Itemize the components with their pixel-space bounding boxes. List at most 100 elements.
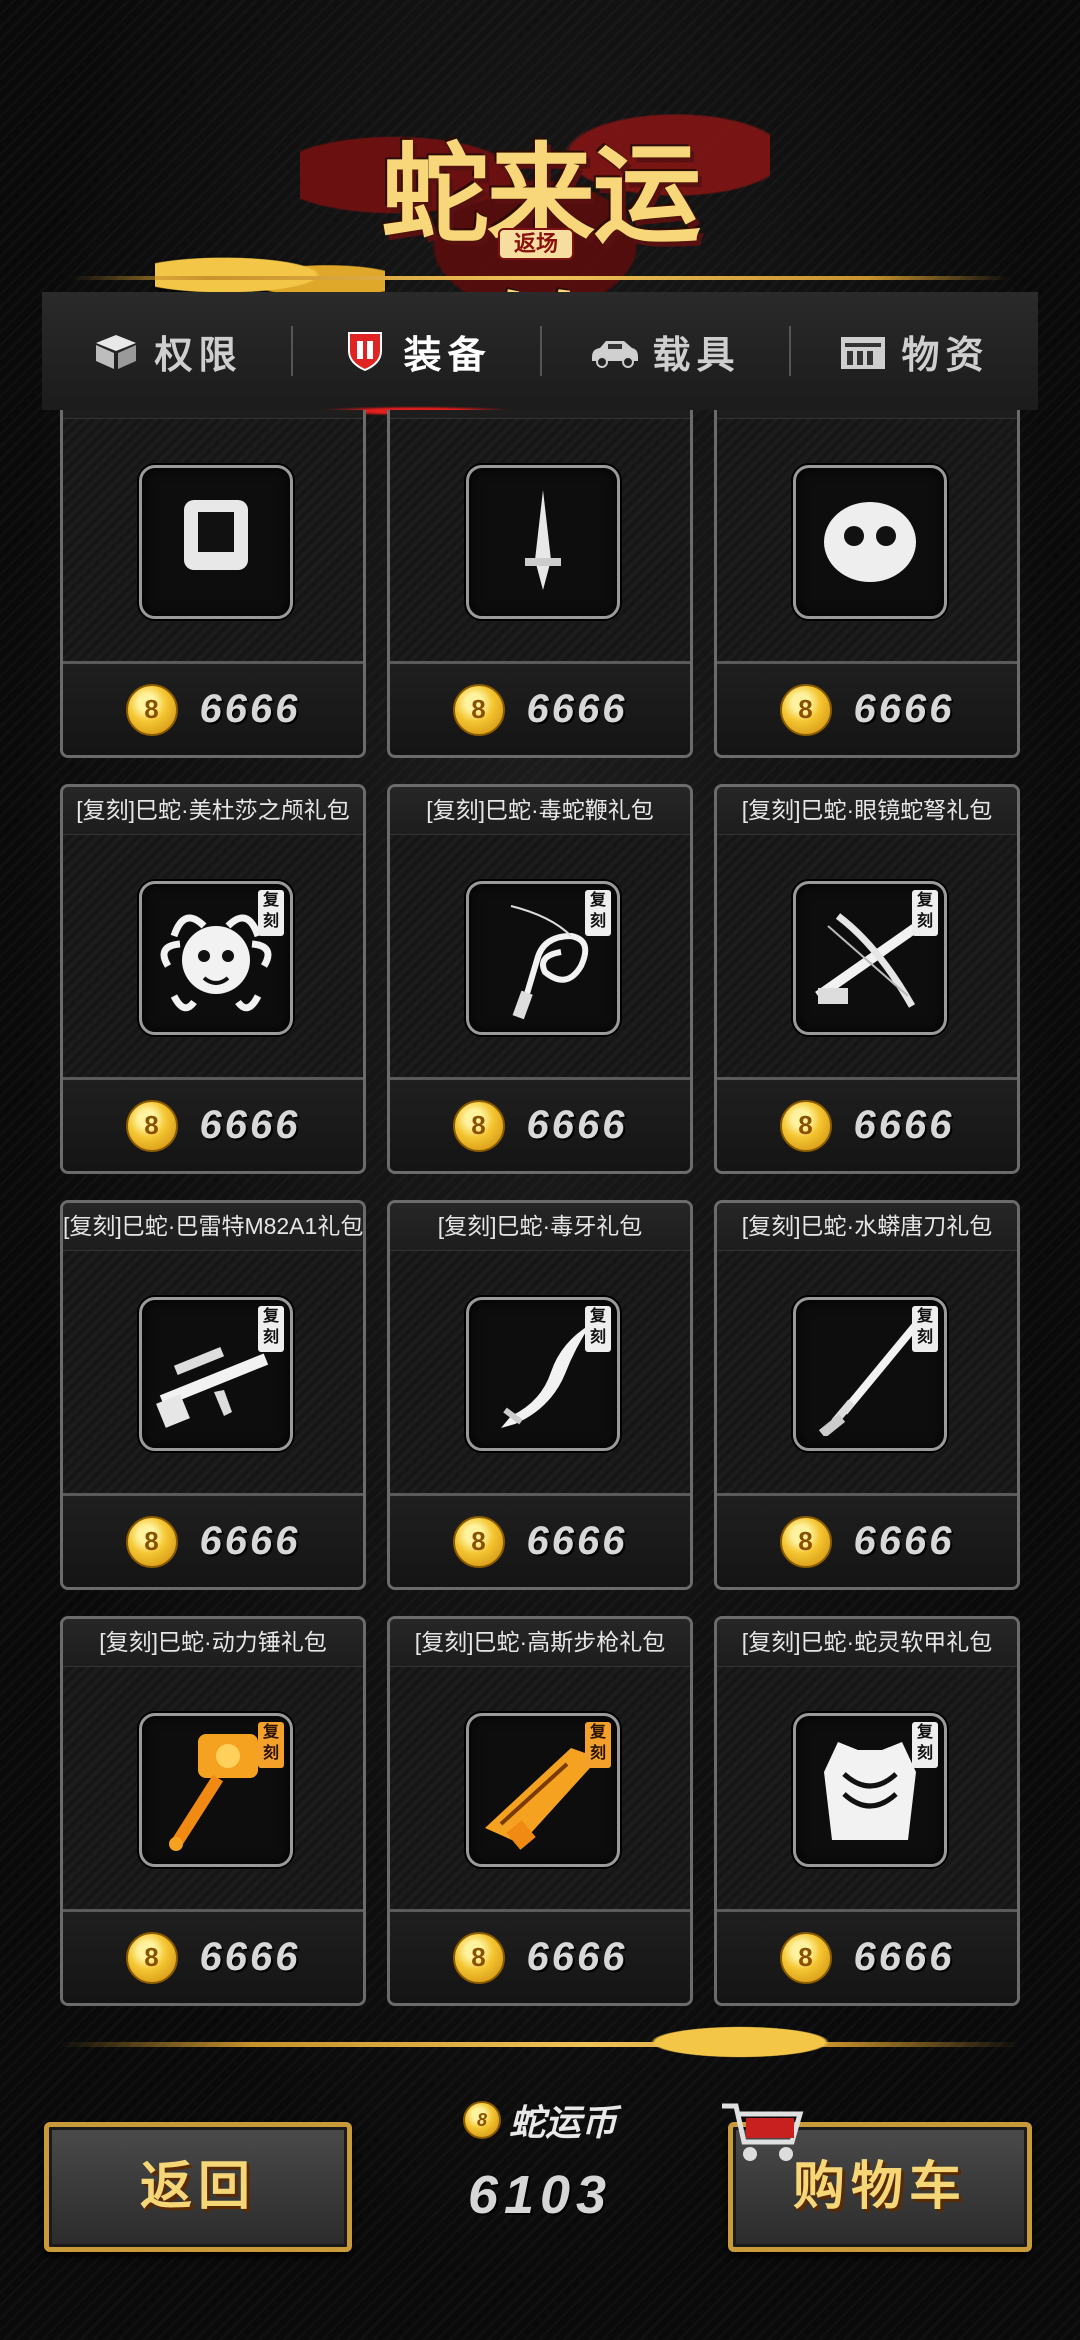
item-icon-frame[interactable] — [466, 465, 620, 619]
item-price-row: 8 6666 — [717, 1493, 1017, 1587]
event-banner: 蛇来运转 返场 — [0, 0, 1080, 408]
item-body: 复刻 — [717, 835, 1017, 1077]
item-title: [复刻]巳蛇·毒牙礼包 — [390, 1203, 690, 1251]
item-card[interactable]: [复刻]巳蛇·动力锤礼包 复刻 8 6666 — [60, 1616, 366, 2006]
snake-coin-icon: 8 — [125, 683, 178, 736]
item-card[interactable]: [复刻]巳蛇·巴雷特M82A1礼包复刻 8 6666 — [60, 1200, 366, 1590]
item-icon-frame[interactable]: 复刻 — [139, 1713, 293, 1867]
box-icon — [96, 335, 137, 369]
item-icon-frame[interactable]: 复刻 — [793, 1297, 947, 1451]
item-card[interactable]: [复刻]巳蛇·眼镜蛇弩礼包复刻 8 6666 — [714, 784, 1020, 1174]
replica-badge: 复刻 — [258, 1306, 284, 1352]
item-body: 复刻 — [717, 1667, 1017, 1909]
golden-snake-decoration — [640, 2016, 890, 2068]
item-price: 6666 — [853, 687, 955, 731]
item-price-row: 8 6666 — [63, 1077, 363, 1171]
item-price: 6666 — [526, 687, 628, 731]
cart-button-label: 购物车 — [792, 2158, 967, 2216]
tab-vehicles[interactable]: 载具 — [540, 292, 789, 410]
item-price-row: 8 6666 — [390, 1493, 690, 1587]
item-price: 6666 — [526, 1103, 628, 1147]
item-price: 6666 — [199, 1103, 301, 1147]
item-price-row: 8 6666 — [63, 1493, 363, 1587]
back-button[interactable]: 返回 — [44, 2122, 352, 2252]
category-tabs: 权限 装备 载具 物资 — [42, 292, 1038, 410]
snake-coin-icon: 8 — [779, 1931, 832, 1984]
item-card[interactable]: 8 6666 — [387, 410, 693, 758]
item-price-row: 8 6666 — [390, 1909, 690, 2003]
item-title — [63, 410, 363, 419]
car-icon — [592, 341, 639, 368]
item-price-row: 8 6666 — [390, 1077, 690, 1171]
item-price: 6666 — [853, 1935, 955, 1979]
tab-label: 装备 — [403, 334, 492, 377]
tab-equipment[interactable]: 装备 — [291, 292, 540, 410]
currency-label-row: 8 蛇运币 — [380, 2094, 700, 2146]
item-card[interactable]: [复刻]巳蛇·水蟒唐刀礼包复刻 8 6666 — [714, 1200, 1020, 1590]
item-price-row: 8 6666 — [390, 661, 690, 755]
item-card[interactable]: 8 6666 — [60, 410, 366, 758]
item-body — [390, 419, 690, 661]
snake-coin-icon: 8 — [779, 1099, 832, 1152]
item-icon-frame[interactable]: 复刻 — [793, 881, 947, 1035]
replica-badge: 复刻 — [258, 890, 284, 936]
currency-label: 蛇运币 — [508, 2102, 617, 2143]
snake-coin-icon: 8 — [462, 2101, 501, 2139]
snake-coin-icon: 8 — [125, 1515, 178, 1568]
item-title: [复刻]巳蛇·巴雷特M82A1礼包 — [63, 1203, 363, 1251]
replica-badge: 复刻 — [912, 890, 938, 936]
snake-coin-icon: 8 — [125, 1931, 178, 1984]
item-price: 6666 — [526, 1519, 628, 1563]
item-title: [复刻]巳蛇·动力锤礼包 — [63, 1619, 363, 1667]
item-card[interactable]: [复刻]巳蛇·美杜莎之颅礼包 复刻 8 6666 — [60, 784, 366, 1174]
event-badge: 返场 — [498, 228, 574, 260]
item-card[interactable]: [复刻]巳蛇·蛇灵软甲礼包复刻 8 6666 — [714, 1616, 1020, 2006]
currency-balance: 6103 — [467, 2165, 613, 2225]
replica-badge: 复刻 — [912, 1722, 938, 1768]
item-price: 6666 — [199, 687, 301, 731]
item-price-row: 8 6666 — [63, 661, 363, 755]
item-card[interactable]: [复刻]巳蛇·毒蛇鞭礼包复刻 8 6666 — [387, 784, 693, 1174]
item-card[interactable]: [复刻]巳蛇·毒牙礼包复刻 8 6666 — [387, 1200, 693, 1590]
item-title: [复刻]巳蛇·毒蛇鞭礼包 — [390, 787, 690, 835]
item-list[interactable]: 8 6666 8 6666 8 6666 [复刻]巳蛇·美杜莎之颅礼包 复刻 8 6666 [复刻]… — [42, 410, 1038, 2008]
item-title — [717, 410, 1017, 419]
item-title: [复刻]巳蛇·眼镜蛇弩礼包 — [717, 787, 1017, 835]
item-icon-frame[interactable]: 复刻 — [139, 881, 293, 1035]
item-icon-frame[interactable] — [793, 465, 947, 619]
item-price-row: 8 6666 — [717, 1077, 1017, 1171]
item-body: 复刻 — [390, 1251, 690, 1493]
snake-coin-icon: 8 — [125, 1099, 178, 1152]
item-title: [复刻]巳蛇·蛇灵软甲礼包 — [717, 1619, 1017, 1667]
snake-coin-icon: 8 — [452, 1515, 505, 1568]
item-icon-frame[interactable]: 复刻 — [139, 1297, 293, 1451]
tab-permissions[interactable]: 权限 — [42, 292, 291, 410]
item-card[interactable]: 8 6666 — [714, 410, 1020, 758]
tab-supplies[interactable]: 物资 — [789, 292, 1038, 410]
item-icon-frame[interactable]: 复刻 — [466, 1297, 620, 1451]
item-body: 复刻 — [390, 835, 690, 1077]
back-button-label: 返回 — [139, 2158, 256, 2216]
tab-label: 物资 — [901, 334, 990, 377]
item-body: 复刻 — [717, 1251, 1017, 1493]
mask-icon — [824, 502, 916, 582]
item-body: 复刻 — [63, 1667, 363, 1909]
item-icon-frame[interactable] — [139, 465, 293, 619]
replica-badge: 复刻 — [912, 1306, 938, 1352]
item-title: [复刻]巳蛇·高斯步枪礼包 — [390, 1619, 690, 1667]
item-grid: 8 6666 8 6666 8 6666 [复刻]巳蛇·美杜莎之颅礼包 复刻 8 6666 [复刻]… — [60, 410, 1020, 2008]
item-card[interactable]: [复刻]巳蛇·高斯步枪礼包复刻 8 6666 — [387, 1616, 693, 2006]
snake-coin-icon: 8 — [452, 1931, 505, 1984]
replica-badge: 复刻 — [585, 890, 611, 936]
replica-badge: 复刻 — [585, 1306, 611, 1352]
item-title: [复刻]巳蛇·水蟒唐刀礼包 — [717, 1203, 1017, 1251]
item-icon-frame[interactable]: 复刻 — [466, 881, 620, 1035]
item-icon-frame[interactable]: 复刻 — [466, 1713, 620, 1867]
item-icon-frame[interactable]: 复刻 — [793, 1713, 947, 1867]
banner-divider — [70, 276, 1010, 280]
tab-label: 载具 — [652, 334, 741, 377]
currency-display: 8 蛇运币 6103 — [380, 2094, 700, 2264]
snake-coin-icon: 8 — [452, 683, 505, 736]
shopping-cart-icon — [722, 2103, 804, 2161]
item-price-row: 8 6666 — [717, 661, 1017, 755]
